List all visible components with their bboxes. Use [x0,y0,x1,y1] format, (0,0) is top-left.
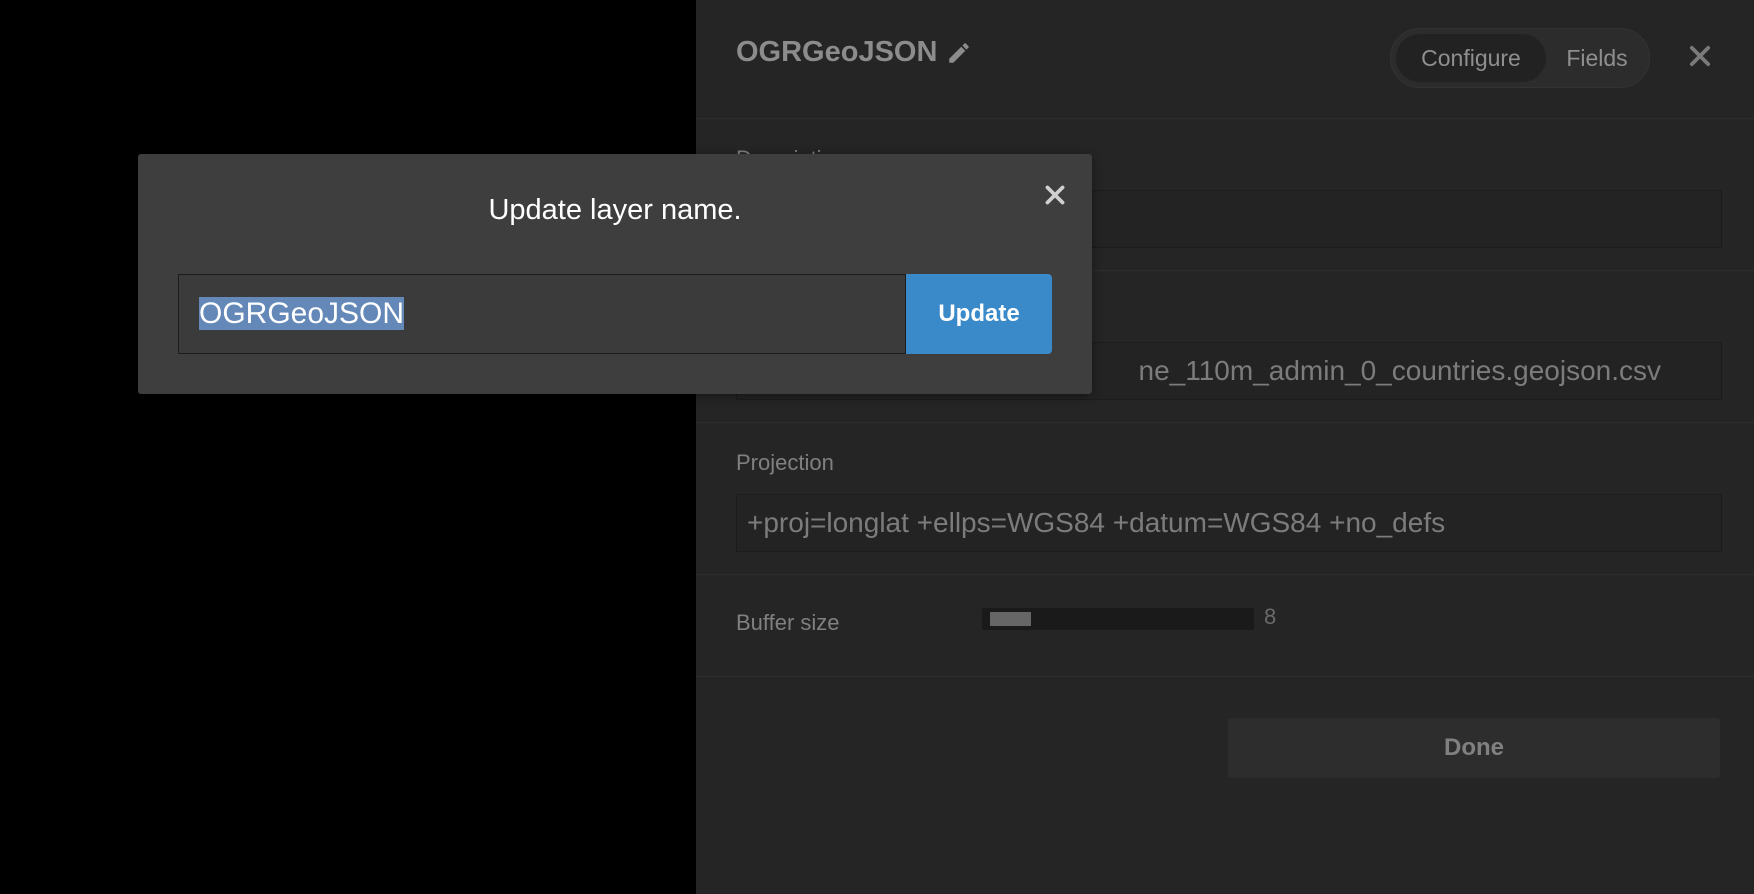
done-button[interactable]: Done [1228,718,1720,778]
tab-fields[interactable]: Fields [1551,34,1643,82]
pencil-icon[interactable] [946,40,972,66]
buffer-slider-fill [990,612,1031,626]
projection-label: Projection [736,450,834,475]
buffer-slider[interactable] [982,608,1254,630]
layer-name-value: OGRGeoJSON [199,297,405,330]
buffer-value: 8 [1264,604,1277,629]
projection-field[interactable]: +proj=longlat +ellps=WGS84 +datum=WGS84 … [736,494,1722,552]
rename-layer-modal: Update layer name. OGRGeoJSON Update [138,154,1092,394]
buffer-label: Buffer size [736,610,840,635]
update-button[interactable]: Update [906,274,1052,354]
close-icon[interactable] [1042,182,1068,208]
modal-title: Update layer name. [488,194,742,226]
close-icon[interactable] [1686,42,1714,70]
panel-header: OGRGeoJSON Configure Fields [696,0,1754,119]
layer-title: OGRGeoJSON [736,36,938,68]
tab-configure[interactable]: Configure [1396,34,1546,82]
view-toggle: Configure Fields [1390,28,1650,88]
layer-name-input[interactable]: OGRGeoJSON [178,274,906,354]
layer-settings-panel: OGRGeoJSON Configure Fields Description … [696,0,1754,894]
projection-row: Projection +proj=longlat +ellps=WGS84 +d… [696,422,1754,575]
